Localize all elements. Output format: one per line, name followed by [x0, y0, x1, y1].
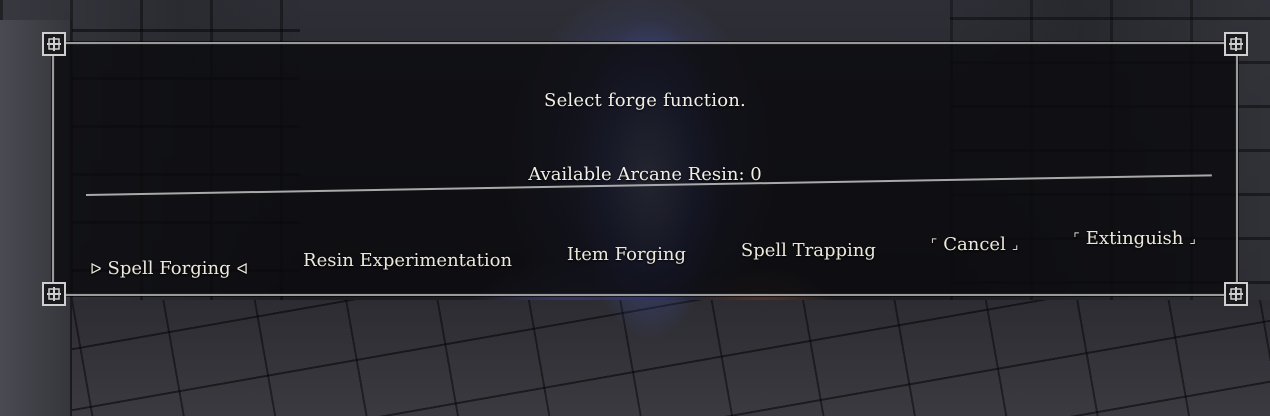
forge-options-menu: ᐅ Spell Forging ᐊ Resin Experimentation … — [90, 228, 1196, 279]
bracket-left-icon: ⌜ — [930, 236, 938, 253]
selection-arrow-right-icon: ᐅ — [90, 259, 102, 278]
bracket-left-icon: ⌜ — [1073, 230, 1080, 247]
celtic-knot-corner-icon — [1222, 30, 1250, 58]
celtic-knot-corner-icon — [40, 30, 68, 58]
option-label: Extinguish — [1085, 228, 1184, 249]
option-spell-forging[interactable]: ᐅ Spell Forging ᐊ — [90, 258, 248, 279]
option-item-forging[interactable]: Item Forging — [567, 244, 686, 265]
selection-arrow-left-icon: ᐊ — [236, 259, 249, 278]
arcane-resin-count: Available Arcane Resin: 0 — [528, 164, 762, 185]
cancel-button[interactable]: ⌜ Cancel ⌟ — [931, 234, 1019, 255]
option-spell-trapping[interactable]: Spell Trapping — [741, 240, 876, 261]
option-label: Item Forging — [566, 244, 687, 265]
dialog-title: Select forge function. — [544, 90, 746, 111]
forge-function-dialog: Select forge function. Available Arcane … — [42, 32, 1248, 306]
option-resin-experimentation[interactable]: Resin Experimentation — [303, 250, 512, 271]
celtic-knot-corner-icon — [40, 280, 68, 308]
bracket-right-icon: ⌟ — [1189, 230, 1196, 247]
option-label: Resin Experimentation — [303, 250, 513, 271]
option-label: Spell Forging — [107, 258, 231, 279]
option-label: Spell Trapping — [740, 240, 876, 261]
game-scene-background: Select forge function. Available Arcane … — [0, 0, 1270, 416]
bracket-right-icon: ⌟ — [1011, 236, 1019, 253]
extinguish-button[interactable]: ⌜ Extinguish ⌟ — [1073, 228, 1196, 249]
option-label: Cancel — [943, 234, 1006, 255]
celtic-knot-corner-icon — [1222, 280, 1250, 308]
